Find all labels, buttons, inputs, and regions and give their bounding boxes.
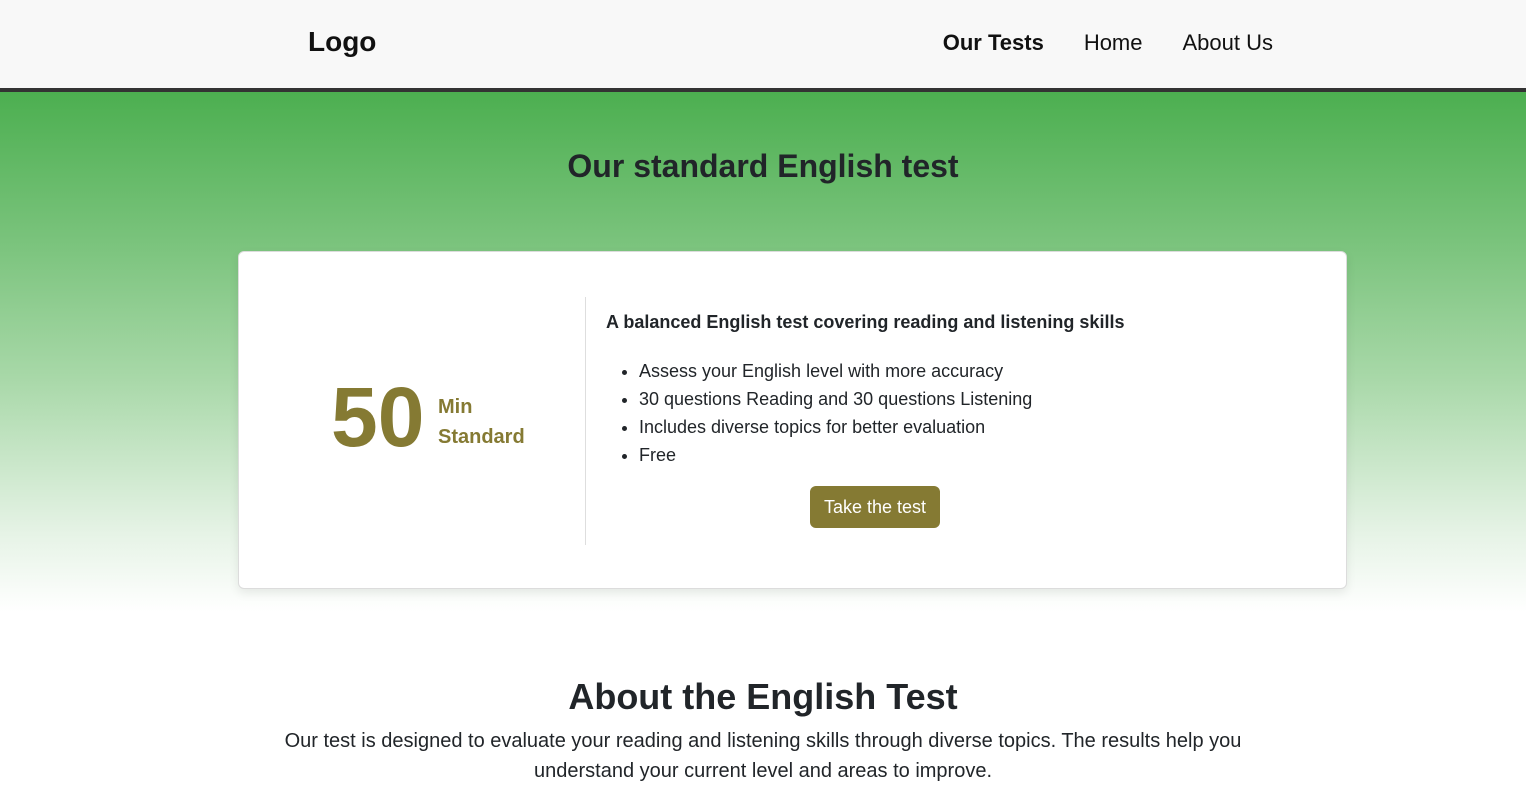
about-section: About the English Test Our test is desig…	[0, 676, 1526, 786]
nav-link-home[interactable]: Home	[1084, 30, 1143, 56]
nav-link-our-tests[interactable]: Our Tests	[943, 30, 1044, 56]
nav-link-about-us[interactable]: About Us	[1183, 30, 1274, 56]
hero-title: Our standard English test	[567, 148, 959, 184]
nav-links: Our Tests Home About Us	[943, 30, 1273, 56]
hero-section: Our standard English test 50 Min Standar…	[0, 92, 1526, 612]
about-title: About the English Test	[568, 676, 958, 717]
test-card: 50 Min Standard A balanced English test …	[238, 251, 1347, 589]
about-text: Our test is designed to evaluate your re…	[284, 730, 1242, 782]
test-details-panel: A balanced English test covering reading…	[606, 312, 1306, 528]
test-duration-panel: 50 Min Standard	[239, 297, 586, 545]
take-test-button[interactable]: Take the test	[810, 486, 941, 528]
test-level: Standard	[438, 426, 525, 448]
test-description: A balanced English test covering reading…	[606, 312, 1125, 332]
logo[interactable]: Logo	[308, 26, 376, 58]
feature-item: Includes diverse topics for better evalu…	[639, 413, 1306, 441]
duration-unit: Min	[438, 396, 473, 418]
navbar: Logo Our Tests Home About Us	[0, 0, 1526, 92]
feature-item: Free	[639, 441, 1306, 469]
duration-number: 50	[331, 370, 425, 464]
feature-list: Assess your English level with more accu…	[606, 357, 1306, 469]
feature-item: 30 questions Reading and 30 questions Li…	[639, 385, 1306, 413]
feature-item: Assess your English level with more accu…	[639, 357, 1306, 385]
duration-labels: Min Standard	[438, 392, 525, 452]
